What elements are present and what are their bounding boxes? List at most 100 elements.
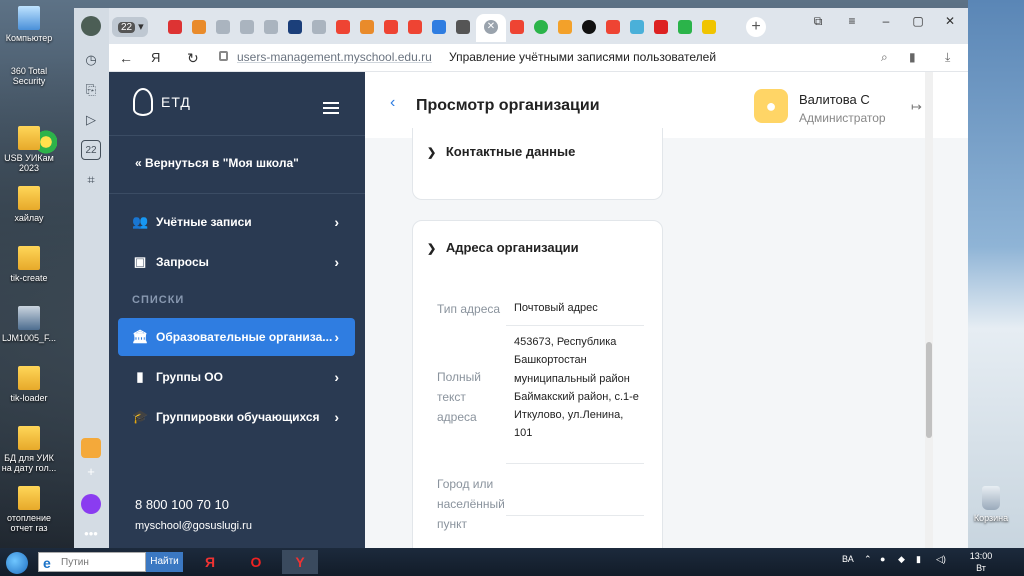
tab-count: 22 (118, 22, 136, 33)
row-divider (506, 325, 644, 326)
avatar[interactable]: ● (754, 89, 788, 123)
contacts-card: ❯ Контактные данные (412, 128, 663, 200)
taskbar-search-button[interactable]: Найти (146, 552, 183, 572)
logo[interactable]: ЕТД (133, 88, 191, 116)
desktop-icon-tik-create[interactable]: tik-create (0, 246, 58, 283)
hamburger-icon[interactable] (323, 102, 339, 114)
back-to-school-link[interactable]: « Вернуться в "Моя школа" (135, 156, 299, 170)
download-icon[interactable]: ⤓ (945, 50, 950, 65)
tray-expand-icon[interactable]: ⌃ (864, 554, 872, 565)
taskbar-search-input[interactable] (61, 553, 143, 571)
menu-item-student-groupings[interactable]: 🎓 Группировки обучающихся › (118, 398, 355, 436)
tab-favicon[interactable] (336, 20, 350, 34)
language-indicator[interactable]: ВА (842, 554, 854, 564)
add-panel-icon[interactable]: + (81, 462, 101, 482)
desktop-icon-ljm1005[interactable]: LJM1005_F... (0, 306, 58, 343)
tab-favicon[interactable] (510, 20, 524, 34)
tab-favicon[interactable] (630, 20, 644, 34)
tray-app-icon[interactable]: ◆ (898, 554, 905, 565)
menu-icon[interactable]: ≡ (842, 14, 862, 28)
alice-icon[interactable] (81, 494, 101, 514)
minimize-icon[interactable]: – (876, 14, 896, 28)
tab-favicon[interactable] (432, 20, 446, 34)
tab-favicon[interactable] (240, 20, 254, 34)
close-tab-icon[interactable]: ✕ (484, 20, 498, 34)
mail-icon[interactable] (81, 438, 101, 458)
tab-favicon[interactable] (408, 20, 422, 34)
page-title: Просмотр организации (416, 97, 600, 114)
tray-app-icon[interactable]: ● (880, 554, 885, 564)
tab-favicon[interactable] (216, 20, 230, 34)
clock-time: 13:00 (969, 551, 993, 561)
tab-favicon[interactable] (582, 20, 596, 34)
screenshot-icon[interactable]: ⌗ (81, 170, 101, 190)
contacts-card-toggle[interactable]: ❯ Контактные данные (427, 144, 575, 159)
history-icon[interactable]: ◷ (81, 50, 101, 70)
tab-favicon[interactable] (360, 20, 374, 34)
tab-favicon[interactable] (558, 20, 572, 34)
chevron-left-icon[interactable]: ‹ (390, 94, 395, 112)
collections-icon[interactable]: ⎘ (81, 80, 101, 100)
taskbar-clock[interactable]: 13:00 Вт 24.10.23 (958, 550, 1004, 576)
support-phone[interactable]: 8 800 100 70 10 (135, 497, 229, 512)
desktop-icon-360-security[interactable]: 360 Total Security (0, 66, 58, 154)
more-icon[interactable]: ••• (81, 524, 101, 544)
tab-favicon[interactable] (678, 20, 692, 34)
browser-window: 22 ▾ ✕ + ⧉ ≡ – ▢ ✕ ◷ ⎘ ▷ 22 ⌗ + ••• ← Я … (74, 8, 968, 548)
menu-item-requests[interactable]: ▣ Запросы › (118, 243, 355, 281)
browser-logo-icon[interactable] (81, 16, 101, 36)
yandex-icon[interactable]: Я (151, 50, 160, 65)
start-button[interactable] (6, 552, 28, 574)
tab-active[interactable]: ✕ (476, 14, 506, 42)
desktop-icon-usb-uik[interactable]: USB УИКам 2023 (0, 126, 58, 173)
support-email[interactable]: myschool@gosuslugi.ru (135, 520, 252, 532)
tab-favicon[interactable] (534, 20, 548, 34)
menu-item-organizations[interactable]: 🏛 Образовательные организа... › (118, 318, 355, 356)
logout-icon[interactable]: ↦ (911, 99, 922, 115)
desktop-icon-tik-loader[interactable]: tik-loader (0, 366, 58, 403)
desktop-icon-computer[interactable]: Компьютер (0, 6, 58, 43)
back-arrow-icon[interactable]: ← (119, 50, 133, 66)
tabs-icon[interactable]: ⧉ (808, 14, 828, 29)
folder-icon (18, 246, 40, 270)
addresses-card-toggle[interactable]: ❯ Адреса организации (427, 240, 579, 255)
url-host[interactable]: users-management.myschool.edu.ru (237, 50, 432, 64)
address-bar[interactable]: ← Я ↻ users-management.myschool.edu.ru У… (109, 44, 968, 72)
tab-favicon[interactable] (384, 20, 398, 34)
tab-favicon[interactable] (456, 20, 470, 34)
desktop-icon-recycle-bin[interactable]: Корзина (962, 486, 1020, 523)
network-icon[interactable]: ▮ (916, 554, 921, 565)
yandex-browser-taskbar-icon[interactable]: Y (282, 550, 318, 574)
volume-icon[interactable]: ◁) (936, 554, 946, 565)
tab-favicon[interactable] (606, 20, 620, 34)
tab-favicon[interactable] (192, 20, 206, 34)
taskbar-search[interactable]: e (38, 552, 146, 572)
tab-favicon[interactable] (654, 20, 668, 34)
maximize-icon[interactable]: ▢ (908, 14, 928, 28)
scrollbar-thumb[interactable] (926, 342, 932, 438)
refresh-icon[interactable]: ↻ (187, 50, 199, 67)
tab-count-button[interactable]: 22 ▾ (112, 17, 148, 37)
tab-favicon[interactable] (702, 20, 716, 34)
close-window-icon[interactable]: ✕ (940, 14, 960, 28)
calendar-icon[interactable]: 22 (81, 140, 101, 160)
row-divider (506, 463, 644, 464)
menu-item-accounts[interactable]: 👥 Учётные записи › (118, 203, 355, 241)
tab-favicon[interactable] (264, 20, 278, 34)
desktop-icon-bd-uik[interactable]: БД для УИК на дату гол... (0, 426, 58, 473)
page-scrollbar[interactable] (925, 72, 933, 548)
desktop-icon-heating-report[interactable]: отопление отчет газ (0, 486, 58, 533)
menu-item-oo-groups[interactable]: ▮ Группы ОО › (118, 358, 355, 396)
new-tab-button[interactable]: + (746, 17, 766, 37)
opera-taskbar-icon[interactable]: O (238, 550, 274, 574)
translate-icon[interactable]: ⌕ (881, 50, 888, 65)
tab-favicon[interactable] (288, 20, 302, 34)
bookmark-icon[interactable]: ▮ (909, 50, 916, 64)
play-icon[interactable]: ▷ (81, 110, 101, 130)
chevron-right-icon: › (334, 329, 339, 345)
desktop-icon-hailau[interactable]: хайлау (0, 186, 58, 223)
tab-favicon[interactable] (168, 20, 182, 34)
tab-favicon[interactable] (312, 20, 326, 34)
folder-icon (18, 186, 40, 210)
yandex-taskbar-icon[interactable]: Я (192, 550, 228, 574)
